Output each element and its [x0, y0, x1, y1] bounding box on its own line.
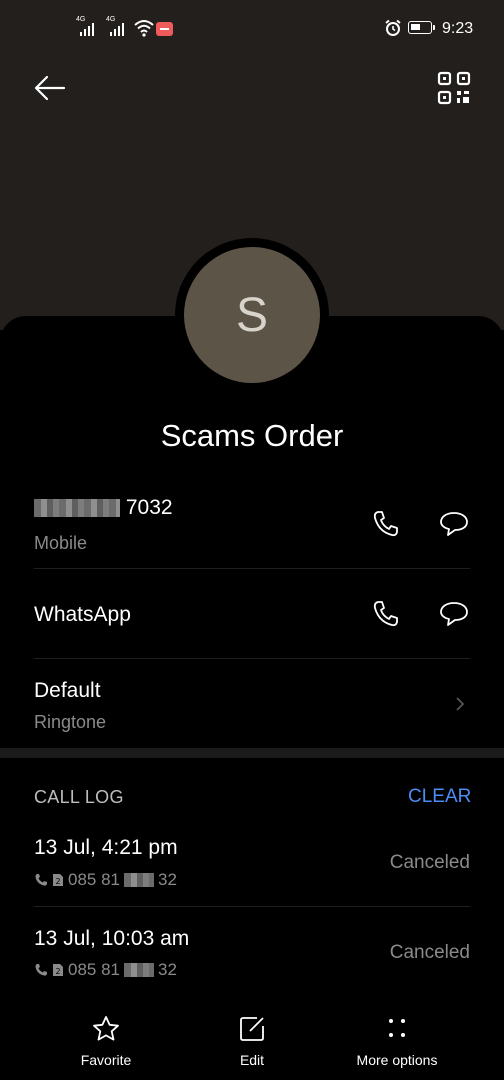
svg-text:2: 2: [55, 967, 60, 976]
edit-icon: [240, 1017, 264, 1041]
call-log-title: CALL LOG: [34, 787, 124, 807]
call-log-time: 13 Jul, 10:03 am: [34, 927, 190, 950]
more-options-button[interactable]: More options: [327, 1000, 467, 1080]
battery-icon: [408, 21, 435, 34]
clear-button[interactable]: CLEAR: [408, 786, 471, 808]
message-icon[interactable]: [438, 508, 470, 540]
wifi-icon: [134, 20, 154, 37]
ringtone-value[interactable]: Default: [34, 679, 101, 703]
call-log-number: 2 085 81 32: [34, 870, 177, 890]
favorite-button[interactable]: Favorite: [36, 1000, 176, 1080]
status-bar: 4G 4G 9:23: [0, 0, 504, 58]
avatar: S: [184, 247, 320, 383]
phone-type-label: Mobile: [34, 533, 88, 553]
redacted-number: [124, 873, 154, 887]
edit-label: Edit: [239, 1052, 265, 1068]
more-options-label: More options: [356, 1052, 438, 1068]
whatsapp-message-icon[interactable]: [438, 598, 470, 630]
divider: [34, 568, 470, 569]
phone-number[interactable]: 7032: [34, 496, 173, 520]
chevron-right-icon[interactable]: [452, 694, 468, 714]
star-icon: [93, 1016, 119, 1041]
call-log-time: 13 Jul, 4:21 pm: [34, 836, 178, 859]
call-log-icon: [35, 964, 47, 976]
call-log-number-end: 32: [158, 870, 177, 889]
call-log-number-start: 085 81: [68, 870, 120, 889]
edit-button[interactable]: Edit: [182, 1000, 322, 1080]
signal-1-icon: 4G: [76, 16, 94, 36]
call-status: Canceled: [389, 942, 470, 963]
sim-icon: 2: [53, 874, 63, 886]
signal-2-icon: 4G: [106, 16, 124, 36]
back-arrow-icon[interactable]: [30, 68, 70, 108]
alarm-icon: [385, 19, 401, 36]
call-status: Canceled: [389, 852, 470, 873]
status-time: 9:23: [442, 20, 474, 37]
divider: [34, 906, 470, 907]
whatsapp-label[interactable]: WhatsApp: [34, 603, 131, 627]
sim-icon: 2: [53, 964, 63, 976]
avatar-initial: S: [235, 288, 268, 342]
section-divider: [0, 748, 504, 758]
call-log-number-start: 085 81: [68, 960, 120, 979]
phone-number-visible: 7032: [125, 496, 173, 519]
bottom-nav: Favorite Edit More options: [0, 1000, 504, 1080]
whatsapp-call-icon[interactable]: [370, 598, 402, 630]
favorite-label: Favorite: [80, 1052, 132, 1068]
call-log-number-end: 32: [158, 960, 177, 979]
ringtone-label: Ringtone: [34, 712, 107, 732]
svg-text:2: 2: [55, 877, 60, 886]
redacted-number: [34, 499, 120, 518]
more-dots-icon: [389, 1019, 405, 1037]
divider: [34, 658, 470, 659]
recording-icon: [156, 22, 173, 36]
redacted-number: [124, 963, 154, 977]
call-log-icon: [35, 874, 47, 886]
call-log-number: 2 085 81 32: [34, 960, 177, 980]
phone-icon[interactable]: [370, 508, 402, 540]
contact-name: Scams Order: [160, 418, 344, 453]
qr-code-icon[interactable]: [436, 70, 472, 106]
